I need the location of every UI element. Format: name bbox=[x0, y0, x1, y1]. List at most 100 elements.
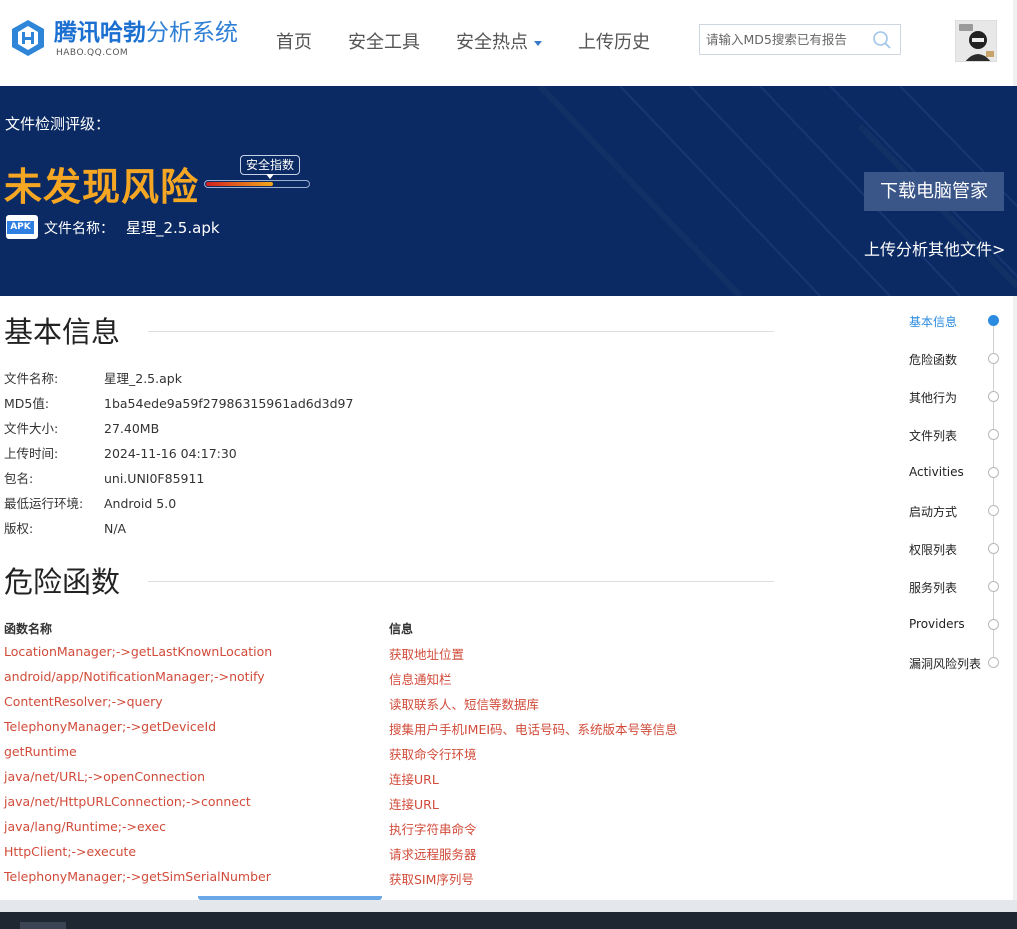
info-row-package-name: 包名: uni.UNI0F85911 bbox=[4, 468, 204, 487]
info-value: uni.UNI0F85911 bbox=[104, 471, 205, 486]
info-row-min-env: 最低运行环境: Android 5.0 bbox=[4, 493, 176, 512]
safety-index-tag: 安全指数 bbox=[240, 155, 300, 179]
function-info: 请求远程服务器 bbox=[389, 847, 477, 862]
basic-info-divider bbox=[148, 331, 774, 332]
side-nav-danger-functions[interactable]: 危险函数 bbox=[909, 351, 1001, 369]
search-icon[interactable] bbox=[872, 30, 892, 50]
info-value: 1ba54ede9a59f27986315961ad6d3d97 bbox=[104, 396, 354, 411]
danger-functions-title: 危险函数 bbox=[4, 565, 121, 599]
info-key: 版权: bbox=[4, 521, 34, 536]
col-head-info: 信息 bbox=[389, 622, 414, 636]
taskbar-item[interactable] bbox=[20, 922, 66, 929]
bottom-overlay bbox=[0, 900, 1017, 912]
side-nav-dot bbox=[988, 619, 999, 630]
function-info: 读取联系人、短信等数据库 bbox=[389, 697, 540, 712]
side-nav-dot bbox=[988, 657, 999, 668]
nav-upload-history-label: 上传历史 bbox=[578, 32, 650, 53]
info-row-md5: MD5值: 1ba54ede9a59f27986315961ad6d3d97 bbox=[4, 393, 353, 412]
info-value: Android 5.0 bbox=[104, 496, 177, 511]
top-header: 腾讯哈勃分析系统 HABO.QQ.COM 首页 安全工具 安全热点 上传历史 bbox=[0, 0, 1017, 86]
function-info: 搜集用户手机IMEI码、电话号码、系统版本号等信息 bbox=[389, 722, 678, 737]
side-nav-track bbox=[993, 322, 994, 664]
function-name: TelephonyManager;->getDeviceId bbox=[4, 719, 217, 734]
rating-label: 文件检测评级： bbox=[5, 115, 111, 133]
info-row-upload-time: 上传时间: 2024-11-16 04:17:30 bbox=[4, 443, 237, 462]
main-nav: 首页 安全工具 安全热点 上传历史 bbox=[276, 30, 686, 56]
nav-security-hotspots[interactable]: 安全热点 bbox=[456, 30, 542, 56]
safety-index-fill bbox=[206, 182, 273, 186]
search-input[interactable] bbox=[700, 25, 862, 54]
function-info: 获取地址位置 bbox=[389, 647, 465, 662]
function-info: 获取SIM序列号 bbox=[389, 872, 474, 887]
function-name: java/net/HttpURLConnection;->connect bbox=[4, 794, 251, 809]
side-nav-services[interactable]: 服务列表 bbox=[909, 579, 1001, 597]
side-nav-launch-mode[interactable]: 启动方式 bbox=[909, 503, 1001, 521]
function-name: android/app/NotificationManager;->notify bbox=[4, 669, 265, 684]
side-nav-label: 服务列表 bbox=[909, 581, 958, 595]
info-key: 最低运行环境: bbox=[4, 496, 84, 511]
chevron-down-icon bbox=[534, 40, 542, 46]
side-nav-dot bbox=[988, 581, 999, 592]
info-row-file-name: 文件名称: 星理_2.5.apk bbox=[4, 368, 182, 387]
side-nav-dot bbox=[988, 429, 999, 440]
side-nav-label: 危险函数 bbox=[909, 353, 958, 367]
nav-upload-history[interactable]: 上传历史 bbox=[578, 30, 650, 56]
upload-other-files-link[interactable]: 上传分析其他文件> bbox=[864, 236, 1005, 260]
side-nav-dot bbox=[988, 543, 999, 554]
info-row-copyright: 版权: N/A bbox=[4, 518, 126, 537]
logo-brand: 腾讯哈勃 bbox=[54, 20, 146, 46]
nav-home[interactable]: 首页 bbox=[276, 30, 312, 56]
info-value: 2024-11-16 04:17:30 bbox=[104, 446, 237, 461]
function-name: TelephonyManager;->getSimSerialNumber bbox=[4, 869, 271, 884]
side-nav-providers[interactable]: Providers bbox=[909, 617, 1001, 635]
nav-security-tools[interactable]: 安全工具 bbox=[348, 30, 420, 56]
habo-logo[interactable]: 腾讯哈勃分析系统 HABO.QQ.COM bbox=[8, 18, 240, 68]
download-pc-manager-button[interactable]: 下载电脑管家 bbox=[864, 172, 1004, 211]
side-nav-label: Providers bbox=[909, 617, 965, 631]
side-nav-activities[interactable]: Activities bbox=[909, 465, 1001, 483]
function-name: LocationManager;->getLastKnownLocation bbox=[4, 644, 273, 659]
side-nav-dot bbox=[988, 315, 999, 326]
danger-functions-divider bbox=[148, 581, 774, 582]
side-nav-other-behavior[interactable]: 其他行为 bbox=[909, 389, 1001, 407]
safety-index-meter bbox=[204, 180, 310, 188]
function-info: 执行字符串命令 bbox=[389, 822, 477, 837]
side-nav-label: 权限列表 bbox=[909, 543, 958, 557]
search-box bbox=[699, 24, 901, 55]
taskbar bbox=[0, 912, 1017, 929]
info-key: 文件名称: bbox=[4, 371, 59, 386]
function-name: HttpClient;->execute bbox=[4, 844, 137, 859]
result-banner: 文件检测评级： 未发现风险 安全指数 APK 文件名称： 星理_2.5.apk 下… bbox=[0, 86, 1017, 296]
nav-home-label: 首页 bbox=[276, 32, 312, 53]
logo-subtitle: HABO.QQ.COM bbox=[56, 48, 129, 58]
function-name: getRuntime bbox=[4, 744, 77, 759]
info-value: 27.40MB bbox=[104, 421, 160, 436]
nav-security-hotspots-label: 安全热点 bbox=[456, 32, 528, 53]
file-name-label: 文件名称： bbox=[44, 221, 114, 237]
side-nav-vulnerabilities[interactable]: 漏洞风险列表 bbox=[909, 655, 1001, 673]
apk-file-icon: APK bbox=[6, 215, 38, 239]
info-value: N/A bbox=[104, 521, 127, 536]
side-nav-basic-info[interactable]: 基本信息 bbox=[909, 313, 1001, 331]
side-nav-label: 启动方式 bbox=[909, 505, 958, 519]
nav-security-tools-label: 安全工具 bbox=[348, 32, 420, 53]
side-nav-label: 文件列表 bbox=[909, 429, 958, 443]
info-key: 上传时间: bbox=[4, 446, 59, 461]
info-key: 包名: bbox=[4, 471, 34, 486]
side-nav-label: 基本信息 bbox=[909, 315, 958, 329]
side-nav-label: 其他行为 bbox=[909, 391, 958, 405]
side-nav-file-list[interactable]: 文件列表 bbox=[909, 427, 1001, 445]
file-name-line: 文件名称： 星理_2.5.apk bbox=[44, 217, 220, 238]
side-nav-permissions[interactable]: 权限列表 bbox=[909, 541, 1001, 559]
info-key: 文件大小: bbox=[4, 421, 59, 436]
logo-rest: 分析系统 bbox=[146, 20, 238, 46]
side-nav-dot bbox=[988, 391, 999, 402]
info-row-file-size: 文件大小: 27.40MB bbox=[4, 418, 159, 437]
user-avatar[interactable] bbox=[955, 20, 997, 62]
habo-logo-icon bbox=[8, 18, 48, 58]
logo-title: 腾讯哈勃分析系统 bbox=[54, 18, 238, 48]
side-nav-label: Activities bbox=[909, 465, 964, 479]
side-nav-dot bbox=[988, 353, 999, 364]
function-info: 连接URL bbox=[389, 797, 439, 812]
side-nav-label: 漏洞风险列表 bbox=[909, 657, 982, 671]
